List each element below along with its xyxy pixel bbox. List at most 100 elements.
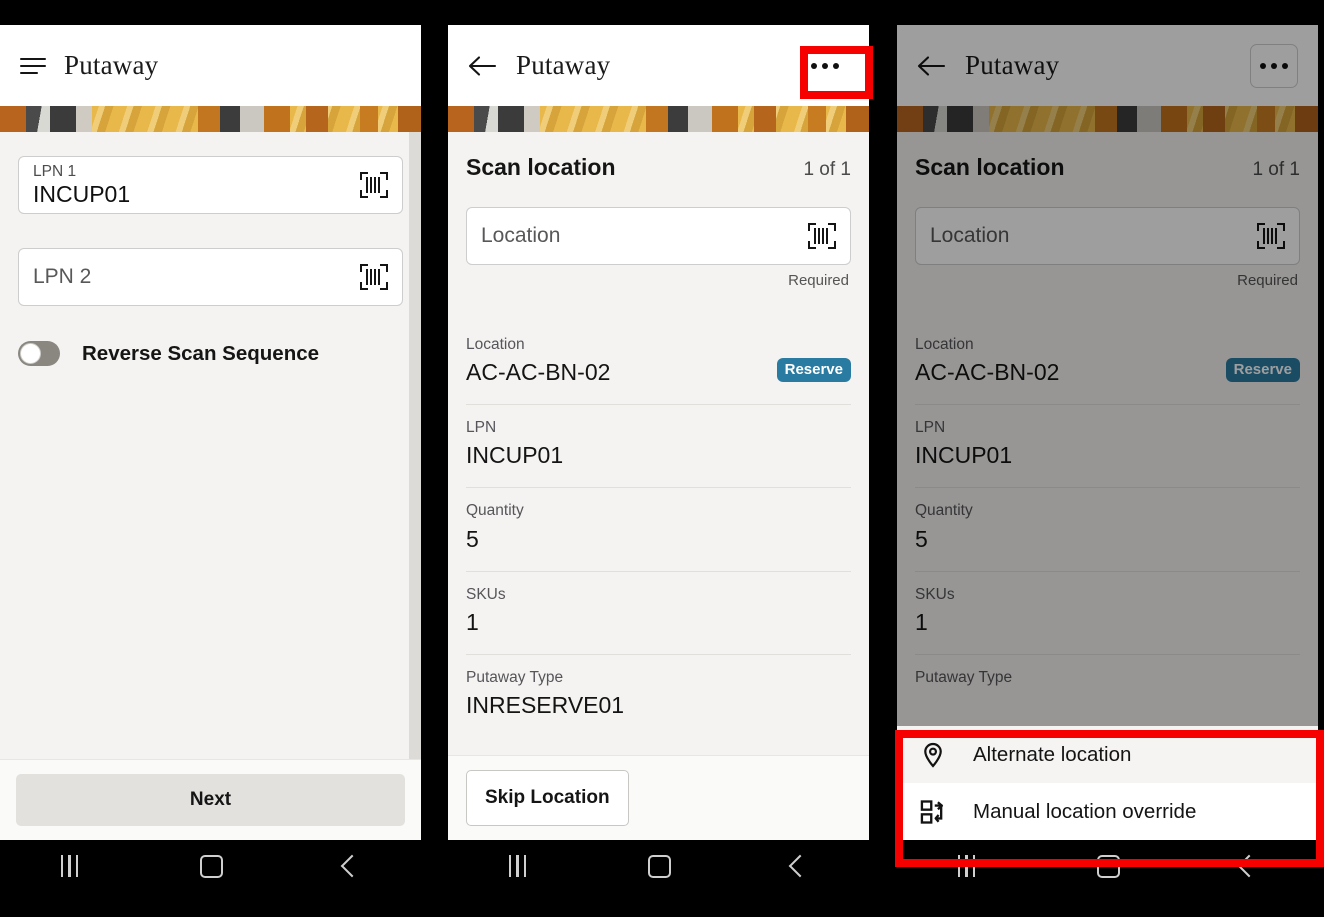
home-icon[interactable] [1096,854,1120,878]
lpn2-field-wrap: LPN 2 [0,214,421,306]
phone-screen-2: Putaway Scan location 1 of 1 Location Re… [448,25,869,892]
detail-label: Location [915,336,974,353]
reverse-scan-sequence-row[interactable]: Reverse Scan Sequence [0,306,421,366]
detail-value: 5 [915,525,928,552]
lpn1-field-wrap: LPN 1 INCUP01 [0,132,421,214]
detail-label: Quantity [466,502,524,520]
menu-item-manual-location-override[interactable]: Manual location override [897,783,1318,840]
reverse-scan-sequence-toggle[interactable] [18,341,60,366]
location-required-helper: Required [788,272,849,289]
barcode-scan-icon[interactable] [1257,223,1285,249]
app-bar-2: Putaway [448,25,869,106]
detail-row-putaway-type: Putaway Type INRESERVE01 [466,655,851,737]
scan-location-header: Scan location 1 of 1 [448,132,869,181]
detail-label: Location [466,336,525,353]
app-bar-1: Putaway [0,25,421,106]
overflow-popup-menu: Alternate location Manual location overr… [897,726,1318,840]
bottom-action-bar-2: Skip Location [448,755,869,840]
detail-label: SKUs [915,585,955,603]
detail-label: LPN [466,419,497,437]
app-screen-2: Putaway Scan location 1 of 1 Location Re… [448,25,869,840]
detail-row-location: Location AC-AC-BN-02 Reserve [466,322,851,406]
decorative-banner-image [0,106,421,132]
status-badge: Reserve [776,358,851,382]
lpn1-input[interactable]: LPN 1 INCUP01 [18,156,403,214]
bottom-action-bar-1: Next [0,759,421,840]
page-title: Putaway [965,50,1060,80]
app-bar-3: Putaway [897,25,1318,106]
app-screen-3: Putaway Scan location 1 of 1 Location Re… [897,25,1318,840]
lpn1-label: LPN 1 [33,162,77,180]
detail-label: LPN [915,419,946,437]
decorative-banner-image [448,106,869,132]
manual-override-icon [920,799,944,824]
more-options-icon[interactable] [1250,43,1298,88]
location-placeholder: Location [930,224,1010,247]
detail-value: INCUP01 [915,442,1013,469]
section-count: 1 of 1 [803,159,851,180]
location-input[interactable]: Location [915,207,1300,265]
detail-value: 5 [466,525,479,552]
page-title: Putaway [64,50,159,80]
detail-value: 1 [466,608,479,635]
recent-apps-icon[interactable] [957,855,976,877]
detail-row-lpn: LPN INCUP01 [915,405,1300,489]
home-icon[interactable] [647,854,671,878]
decorative-banner-image [897,106,1318,132]
menu-item-alternate-location[interactable]: Alternate location [897,726,1318,783]
reverse-scan-sequence-label: Reverse Scan Sequence [82,341,320,365]
back-icon[interactable] [1237,854,1261,878]
recent-apps-icon[interactable] [60,855,79,877]
detail-label: SKUs [466,585,506,603]
detail-value: 1 [915,608,928,635]
vertical-scrollbar[interactable] [409,132,421,782]
detail-row-quantity: Quantity 5 [915,488,1300,572]
back-icon[interactable] [788,854,812,878]
android-nav-bar [448,840,869,892]
recent-apps-icon[interactable] [508,855,527,877]
skip-location-button[interactable]: Skip Location [466,770,629,826]
next-button[interactable]: Next [16,774,405,826]
barcode-scan-icon[interactable] [808,223,836,249]
screen-body-2: Scan location 1 of 1 Location Required L… [448,132,869,814]
android-nav-bar [0,840,421,892]
detail-row-lpn: LPN INCUP01 [466,405,851,489]
lpn2-input[interactable]: LPN 2 [18,248,403,306]
detail-row-location: Location AC-AC-BN-02 Reserve [915,322,1300,406]
back-arrow-icon[interactable] [917,54,947,78]
back-icon[interactable] [340,854,364,878]
barcode-scan-icon[interactable] [360,172,388,198]
location-field-wrap: Location Required [448,181,869,289]
detail-list-3: Location AC-AC-BN-02 Reserve LPN INCUP01… [897,289,1318,704]
lpn2-placeholder: LPN 2 [33,265,92,288]
detail-row-putaway-type: Putaway Type [915,655,1300,704]
screen-body-1: LPN 1 INCUP01 LPN 2 Reverse Scan Sequenc… [0,132,421,814]
location-placeholder: Location [481,224,561,247]
menu-item-label: Alternate location [973,742,1132,766]
page-title: Putaway [516,50,611,80]
menu-item-label: Manual location override [973,799,1197,823]
screenshot-stage: Putaway LPN 1 INCUP01 LPN 2 Reverse Scan… [0,0,1324,917]
lpn1-value: INCUP01 [33,180,131,207]
section-title: Scan location [466,154,616,180]
section-title: Scan location [915,154,1065,180]
home-icon[interactable] [199,854,223,878]
status-badge: Reserve [1225,358,1300,382]
location-required-helper: Required [1237,272,1298,289]
barcode-scan-icon[interactable] [360,264,388,290]
detail-row-quantity: Quantity 5 [466,488,851,572]
location-input[interactable]: Location [466,207,851,265]
section-count: 1 of 1 [1252,159,1300,180]
back-arrow-icon[interactable] [468,54,498,78]
detail-value: INRESERVE01 [466,691,625,718]
scan-location-header: Scan location 1 of 1 [897,132,1318,181]
map-pin-icon [924,742,942,768]
detail-label: Putaway Type [915,668,1013,686]
detail-label: Quantity [915,502,973,520]
more-options-icon[interactable] [801,44,849,88]
phone-screen-3: Putaway Scan location 1 of 1 Location Re… [897,25,1318,892]
detail-value: INCUP01 [466,442,564,469]
android-nav-bar [897,840,1318,892]
hamburger-menu-icon[interactable] [20,56,46,76]
location-field-wrap: Location Required [897,181,1318,289]
